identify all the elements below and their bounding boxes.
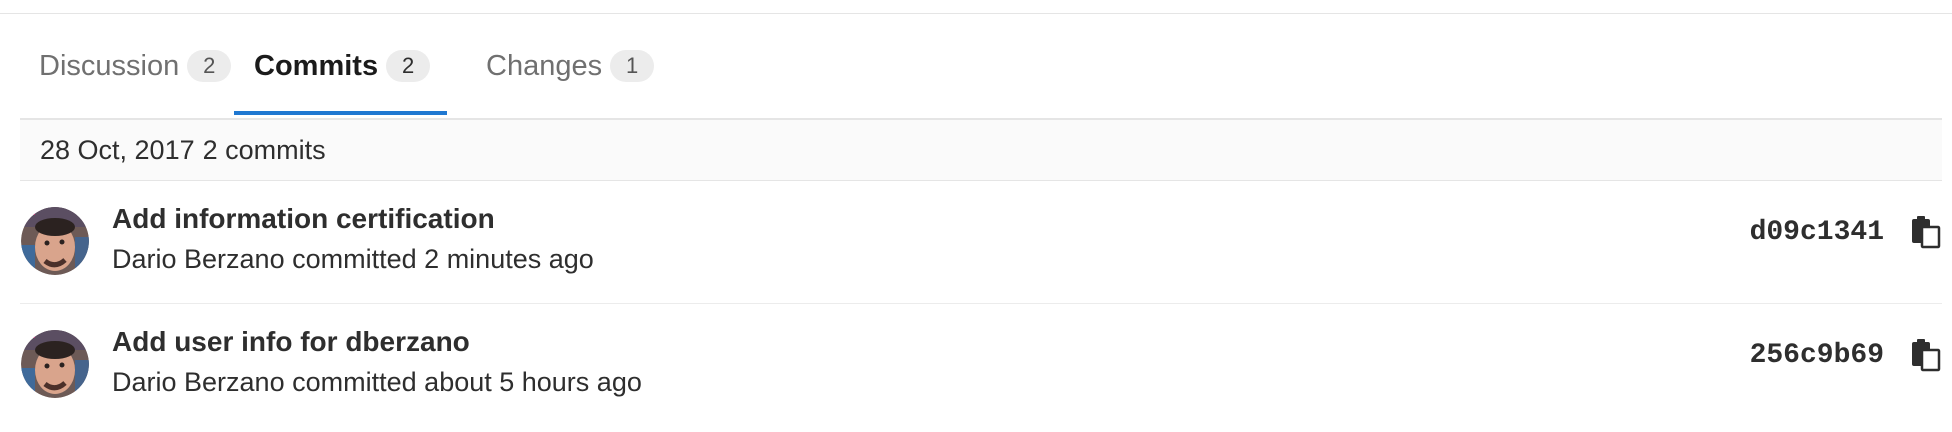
tab-discussion[interactable]: Discussion 2 [39,14,232,118]
clipboard-icon[interactable] [1910,215,1942,249]
commit-verb: committed [292,367,417,397]
commit-sha-link[interactable]: 256c9b69 [1750,340,1884,371]
tab-label: Commits [254,49,379,82]
tab-commits[interactable]: Commits 2 [254,14,431,118]
commit-day-count: 2 commits [202,134,326,165]
commit-row: Add information certification Dario Berz… [20,181,1942,304]
active-tab-indicator [234,111,447,115]
tab-count-badge: 1 [610,50,655,82]
merge-request-view: Discussion 2 Commits 2 Changes 1 28 Oct,… [0,0,1952,432]
commit-row: Add user info for dberzano Dario Berzano… [20,304,1942,426]
user-avatar[interactable] [21,207,89,275]
user-avatar[interactable] [21,330,89,398]
commit-meta: Dario Berzano committed 2 minutes ago [112,244,594,275]
tab-label: Changes [486,49,603,82]
commit-verb: committed [292,244,417,274]
commit-meta: Dario Berzano committed about 5 hours ag… [112,367,642,398]
commit-author-link[interactable]: Dario Berzano [112,367,285,397]
tab-changes[interactable]: Changes 1 [486,14,655,118]
mr-tabs: Discussion 2 Commits 2 Changes 1 [20,14,1942,120]
tab-count-badge: 2 [187,50,232,82]
tab-count-badge: 2 [386,50,431,82]
commit-author-link[interactable]: Dario Berzano [112,244,285,274]
commit-time: 2 minutes ago [424,244,594,274]
commit-sha-link[interactable]: d09c1341 [1750,217,1884,248]
commit-day-date: 28 Oct, 2017 [40,134,195,165]
tab-label: Discussion [39,49,180,82]
commit-time: about 5 hours ago [424,367,642,397]
commit-title-link[interactable]: Add user info for dberzano [112,326,470,358]
clipboard-icon[interactable] [1910,338,1942,372]
commit-title-link[interactable]: Add information certification [112,203,495,235]
commit-day-header: 28 Oct, 2017 2 commits [20,120,1942,181]
